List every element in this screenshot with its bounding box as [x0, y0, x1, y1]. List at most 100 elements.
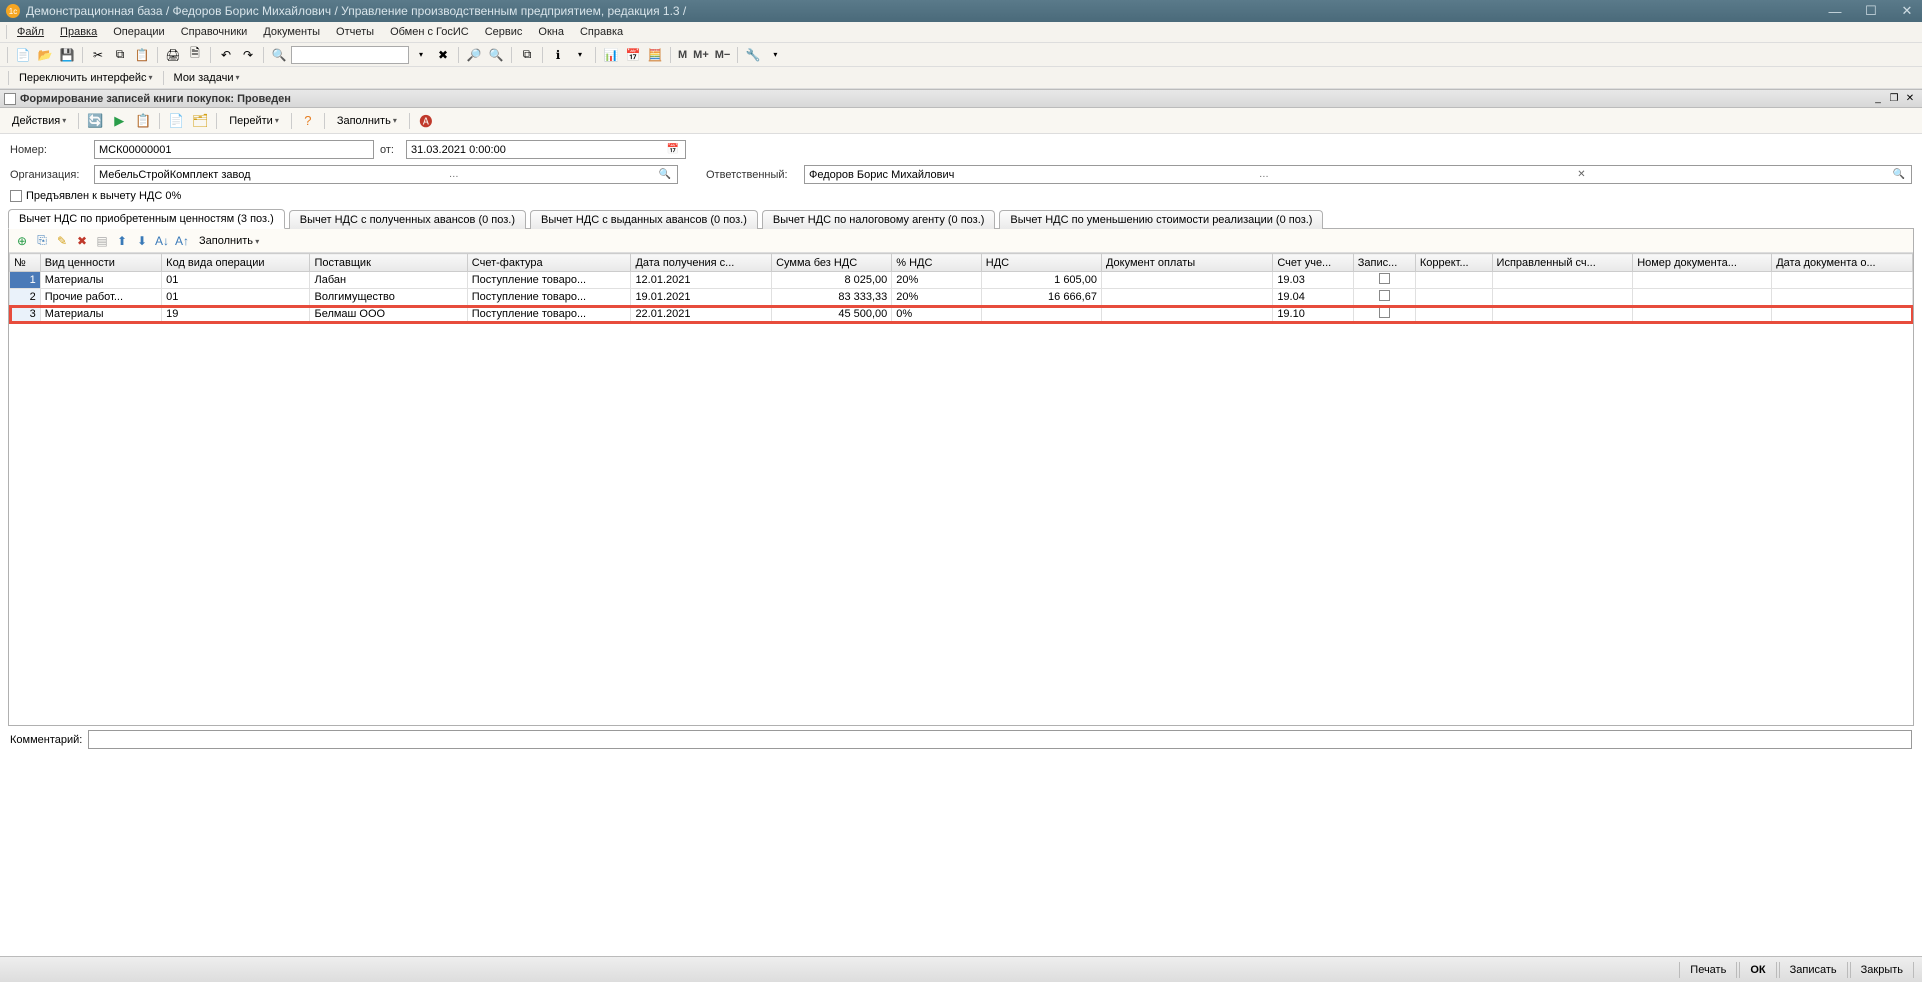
copy-icon[interactable]: ⧉: [110, 45, 130, 65]
switch-interface-button[interactable]: Переключить интерфейс: [13, 70, 159, 86]
ok-button[interactable]: ОК: [1739, 962, 1776, 978]
close-doc-button[interactable]: Закрыть: [1850, 962, 1914, 978]
col-datedoc[interactable]: Дата документа о...: [1772, 254, 1913, 272]
resp-input[interactable]: Федоров Борис Михайлович … ✕ 🔍: [804, 165, 1912, 184]
struct-icon[interactable]: 🗂: [190, 111, 210, 131]
mark-icon[interactable]: 📋: [133, 111, 153, 131]
comment-input[interactable]: [88, 730, 1912, 749]
redo-icon[interactable]: ↷: [238, 45, 258, 65]
open-icon[interactable]: 📂: [35, 45, 55, 65]
move-up-icon[interactable]: ⬆: [113, 232, 131, 250]
print-icon[interactable]: 🖨: [163, 45, 183, 65]
m-plus-button[interactable]: M+: [691, 49, 711, 61]
info-icon[interactable]: ℹ: [548, 45, 568, 65]
doc-restore-button[interactable]: ❐: [1886, 92, 1902, 106]
org-input[interactable]: МебельСтройКомплект завод … 🔍: [94, 165, 678, 184]
org-search-icon[interactable]: 🔍: [657, 167, 673, 183]
cell-zap[interactable]: [1353, 272, 1415, 289]
col-num[interactable]: №: [10, 254, 41, 272]
sort-desc-icon[interactable]: A↑: [173, 232, 191, 250]
undo-icon[interactable]: ↶: [216, 45, 236, 65]
number-input[interactable]: МСК00000001: [94, 140, 374, 159]
cell-zap[interactable]: [1353, 289, 1415, 306]
menu-help[interactable]: Справка: [572, 24, 631, 40]
table-row[interactable]: 3Материалы19Белмаш ОООПоступление товаро…: [10, 306, 1913, 323]
goto-dropdown[interactable]: Перейти: [223, 113, 285, 129]
menu-refs[interactable]: Справочники: [173, 24, 256, 40]
calendar-picker-icon[interactable]: 📅: [665, 142, 681, 158]
move-up-disabled-icon[interactable]: ▤: [93, 232, 111, 250]
refresh-icon[interactable]: 🔄: [85, 111, 105, 131]
actions-dropdown[interactable]: Действия: [6, 113, 72, 129]
save-icon[interactable]: 💾: [57, 45, 77, 65]
table-row[interactable]: 2Прочие работ...01ВолгимуществоПоступлен…: [10, 289, 1913, 306]
col-vid[interactable]: Вид ценности: [40, 254, 161, 272]
copy-doc-icon[interactable]: ⧉: [517, 45, 537, 65]
doc-minimize-button[interactable]: _: [1870, 92, 1886, 106]
col-korr[interactable]: Коррект...: [1415, 254, 1492, 272]
save-button[interactable]: Записать: [1779, 962, 1848, 978]
menu-file[interactable]: Файл: [9, 24, 52, 40]
search-dropdown-icon[interactable]: ▾: [411, 45, 431, 65]
paste-icon[interactable]: 📋: [132, 45, 152, 65]
fill-dropdown[interactable]: Заполнить: [331, 113, 403, 129]
find-prev-icon[interactable]: 🔍: [486, 45, 506, 65]
tab-decrease[interactable]: Вычет НДС по уменьшению стоимости реализ…: [999, 210, 1323, 229]
resp-clear-icon[interactable]: ✕: [1573, 167, 1589, 183]
col-numdoc[interactable]: Номер документа...: [1633, 254, 1772, 272]
col-post[interactable]: Поставщик: [310, 254, 467, 272]
move-down-icon[interactable]: ⬇: [133, 232, 151, 250]
resp-search-icon[interactable]: 🔍: [1891, 167, 1907, 183]
post-icon[interactable]: ▶: [109, 111, 129, 131]
calc-icon[interactable]: 🧮: [645, 45, 665, 65]
m-button[interactable]: M: [676, 49, 689, 61]
col-kod[interactable]: Код вида операции: [162, 254, 310, 272]
col-sum[interactable]: Сумма без НДС: [772, 254, 892, 272]
dtdc-icon[interactable]: 🅐: [416, 111, 436, 131]
help-icon[interactable]: ?: [298, 111, 318, 131]
tab-received-advances[interactable]: Вычет НДС с полученных авансов (0 поз.): [289, 210, 526, 229]
settings-icon[interactable]: 🔧: [743, 45, 763, 65]
col-ispr[interactable]: Исправленный сч...: [1492, 254, 1633, 272]
row-fill-dropdown[interactable]: Заполнить: [193, 233, 265, 249]
sort-asc-icon[interactable]: A↓: [153, 232, 171, 250]
cell-zap[interactable]: [1353, 306, 1415, 323]
find-icon[interactable]: 🔍: [269, 45, 289, 65]
minimize-button[interactable]: —: [1826, 2, 1844, 20]
menu-service[interactable]: Сервис: [477, 24, 531, 40]
tab-tax-agent[interactable]: Вычет НДС по налоговому агенту (0 поз.): [762, 210, 996, 229]
tab-acquired[interactable]: Вычет НДС по приобретенным ценностям (3 …: [8, 209, 285, 229]
info-dropdown-icon[interactable]: ▾: [570, 45, 590, 65]
report-icon[interactable]: 📄: [166, 111, 186, 131]
col-docopl[interactable]: Документ оплаты: [1101, 254, 1272, 272]
find-next-icon[interactable]: 🔎: [464, 45, 484, 65]
data-grid[interactable]: № Вид ценности Код вида операции Поставщ…: [9, 253, 1913, 725]
copy-row-icon[interactable]: ⎘: [33, 232, 51, 250]
maximize-button[interactable]: ☐: [1862, 2, 1880, 20]
tab-issued-advances[interactable]: Вычет НДС с выданных авансов (0 поз.): [530, 210, 758, 229]
col-pnds[interactable]: % НДС: [892, 254, 982, 272]
menu-gosis[interactable]: Обмен с ГосИС: [382, 24, 477, 40]
menu-windows[interactable]: Окна: [530, 24, 572, 40]
search-input[interactable]: [291, 46, 409, 64]
cut-icon[interactable]: ✂: [88, 45, 108, 65]
calendar-icon[interactable]: 📅: [623, 45, 643, 65]
menu-edit[interactable]: Правка: [52, 24, 105, 40]
table-row[interactable]: 1Материалы01ЛабанПоступление товаро...12…: [10, 272, 1913, 289]
new-icon[interactable]: 📄: [13, 45, 33, 65]
edit-row-icon[interactable]: ✎: [53, 232, 71, 250]
resp-select-icon[interactable]: …: [1256, 167, 1272, 183]
col-sf[interactable]: Счет-фактура: [467, 254, 631, 272]
add-row-icon[interactable]: ⊕: [13, 232, 31, 250]
org-select-icon[interactable]: …: [446, 167, 462, 183]
m-minus-button[interactable]: M−: [713, 49, 733, 61]
menu-documents[interactable]: Документы: [255, 24, 328, 40]
delete-row-icon[interactable]: ✖: [73, 232, 91, 250]
settings-dropdown-icon[interactable]: ▾: [765, 45, 785, 65]
close-button[interactable]: ✕: [1898, 2, 1916, 20]
col-date[interactable]: Дата получения с...: [631, 254, 772, 272]
print-button[interactable]: Печать: [1679, 962, 1737, 978]
col-zap[interactable]: Запис...: [1353, 254, 1415, 272]
col-nds[interactable]: НДС: [981, 254, 1101, 272]
clear-search-icon[interactable]: ✖: [433, 45, 453, 65]
